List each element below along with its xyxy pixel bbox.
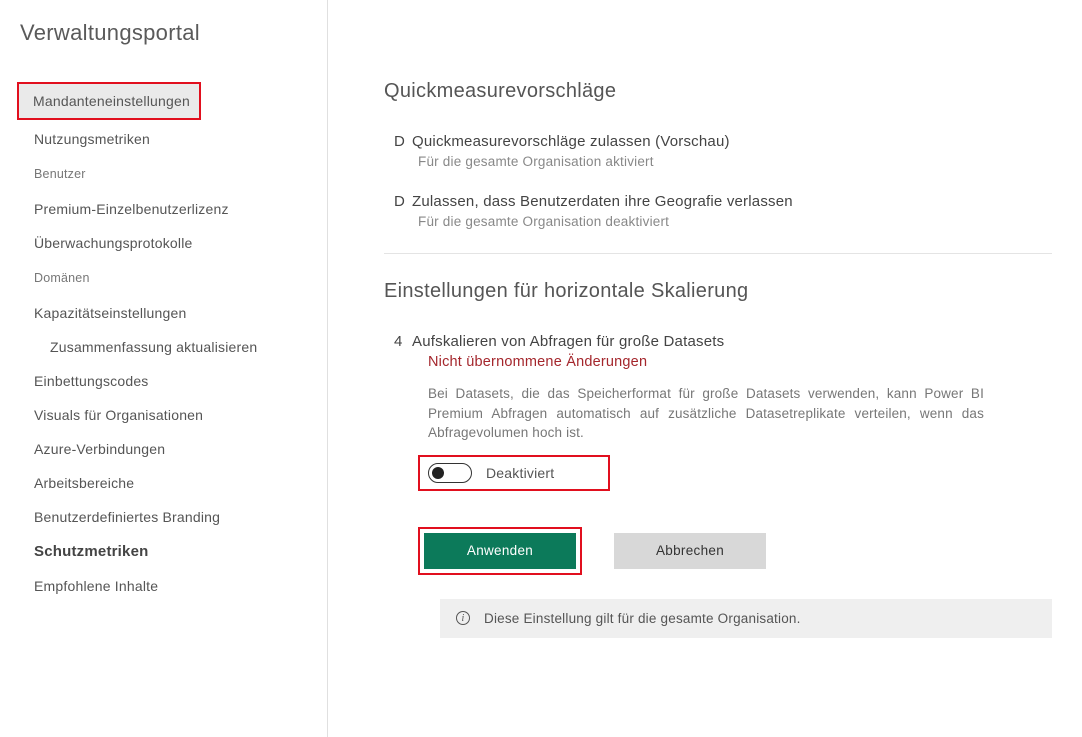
sidebar-item-tenant-settings[interactable]: Mandanteneinstellungen [19,84,199,118]
setting-scaleout-queries: 4Aufskalieren von Abfragen für große Dat… [384,333,1052,575]
info-icon: i [456,611,470,625]
divider [384,253,1052,254]
highlight-apply: Anwenden [418,527,582,575]
setting-user-data-leave-geo[interactable]: DZulassen, dass Benutzerdaten ihre Geogr… [384,193,1052,229]
expand-icon: D [394,133,412,150]
expand-icon: D [394,193,412,210]
sidebar: Verwaltungsportal Mandanteneinstellungen… [0,0,328,737]
toggle-state-label: Deaktiviert [486,465,554,481]
info-text: Diese Einstellung gilt für die gesamte O… [484,611,801,626]
setting-label: Quickmeasurevorschläge zulassen (Vorscha… [412,133,730,150]
sidebar-item-azure-connections[interactable]: Azure-Verbindungen [20,432,311,466]
setting-head[interactable]: 4Aufskalieren von Abfragen für große Dat… [394,333,1052,350]
sidebar-item-featured-content[interactable]: Empfohlene Inhalte [20,569,311,603]
section-scaleout-title: Einstellungen für horizontale Skalierung [384,280,1052,303]
enabled-toggle[interactable] [428,463,472,483]
sidebar-item-capacity-settings[interactable]: Kapazitätseinstellungen [20,296,311,330]
setting-quickmeasure-allow[interactable]: DQuickmeasurevorschläge zulassen (Vorsch… [384,133,1052,169]
setting-head: DZulassen, dass Benutzerdaten ihre Geogr… [394,193,1052,210]
sidebar-item-domains[interactable]: Domänen [20,260,311,296]
section-quickmeasure-title: Quickmeasurevorschläge [384,80,1052,103]
collapse-icon: 4 [394,333,412,350]
highlight-tenant-settings: Mandanteneinstellungen [17,82,201,120]
sidebar-item-org-visuals[interactable]: Visuals für Organisationen [20,398,311,432]
sidebar-item-protection-metrics[interactable]: Schutzmetriken [20,534,311,569]
sidebar-item-workspaces[interactable]: Arbeitsbereiche [20,466,311,500]
setting-description: Bei Datasets, die das Speicherformat für… [394,384,984,443]
highlight-toggle: Deaktiviert [418,455,610,491]
unsaved-changes-warning: Nicht übernommene Änderungen [394,354,1052,370]
cancel-button[interactable]: Abbrechen [614,533,766,569]
setting-status: Für die gesamte Organisation aktiviert [394,154,1052,169]
info-bar: i Diese Einstellung gilt für die gesamte… [440,599,1052,638]
setting-label: Zulassen, dass Benutzerdaten ihre Geogra… [412,193,793,210]
sidebar-item-usage-metrics[interactable]: Nutzungsmetriken [20,122,311,156]
sidebar-item-audit-logs[interactable]: Überwachungsprotokolle [20,226,311,260]
sidebar-item-users[interactable]: Benutzer [20,156,311,192]
admin-portal-title: Verwaltungsportal [20,20,311,46]
toggle-knob [432,467,444,479]
sidebar-item-custom-branding[interactable]: Benutzerdefiniertes Branding [20,500,311,534]
main-content: Quickmeasurevorschläge DQuickmeasurevors… [328,0,1082,737]
setting-head: DQuickmeasurevorschläge zulassen (Vorsch… [394,133,1052,150]
sidebar-item-embed-codes[interactable]: Einbettungscodes [20,364,311,398]
sidebar-item-refresh-summary[interactable]: Zusammenfassung aktualisieren [20,330,311,364]
apply-button[interactable]: Anwenden [424,533,576,569]
sidebar-item-premium-per-user[interactable]: Premium-Einzelbenutzerlizenz [20,192,311,226]
button-row: Anwenden Abbrechen [418,527,1052,575]
setting-label: Aufskalieren von Abfragen für große Data… [412,333,724,350]
setting-status: Für die gesamte Organisation deaktiviert [394,214,1052,229]
